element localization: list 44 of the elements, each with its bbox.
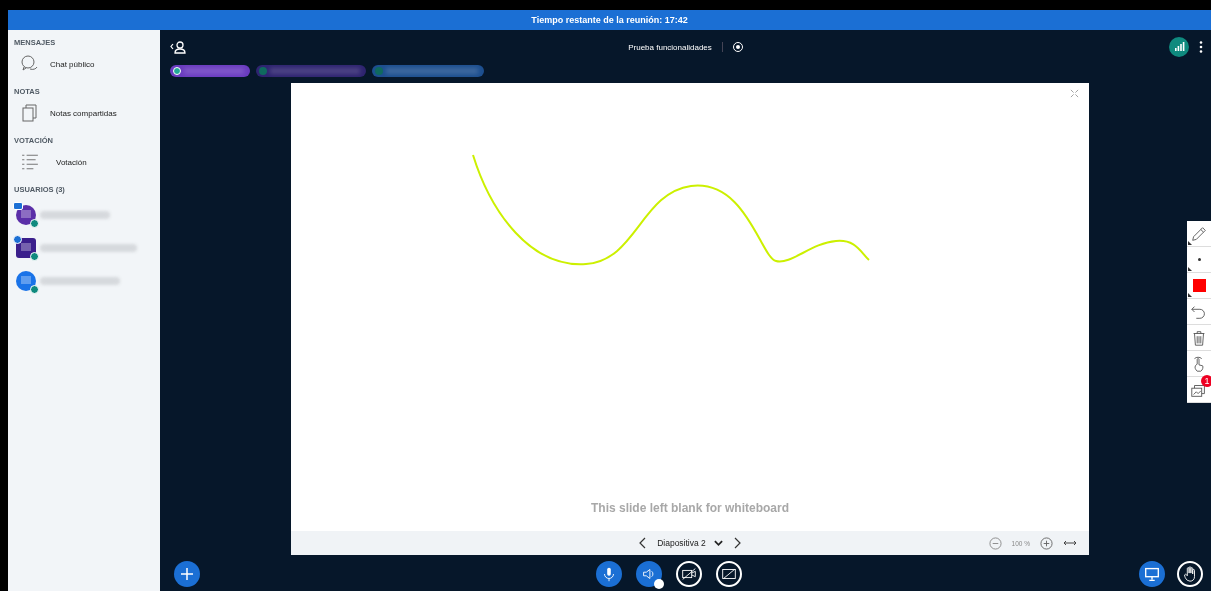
blurred-name: [40, 210, 110, 219]
pencil-icon: [1190, 224, 1208, 243]
actions-button[interactable]: [174, 561, 200, 587]
user-avatar[interactable]: [16, 204, 36, 225]
plus-icon: [181, 568, 193, 580]
microphone-icon: [30, 251, 39, 261]
zoom-in-icon[interactable]: [1040, 536, 1053, 550]
microphone-button[interactable]: [596, 561, 622, 587]
fit-width-icon[interactable]: [1063, 539, 1077, 547]
sidebar-item[interactable]: Votación: [20, 153, 160, 171]
screen-share-button[interactable]: [716, 561, 742, 587]
zoom-out-icon[interactable]: [988, 536, 1002, 550]
meeting-title: Prueba funcionalidades: [628, 42, 712, 52]
slide-selector[interactable]: Diapositiva 2: [657, 538, 723, 548]
user-list-toggle-icon[interactable]: [170, 40, 186, 54]
talker-indicator[interactable]: [170, 65, 250, 77]
document-icon: [20, 104, 40, 122]
more-options-icon[interactable]: [1199, 41, 1203, 53]
timer-text: Tiempo restante de la reunión: 17:42: [531, 15, 688, 25]
sidebar-item[interactable]: Notas compartidas: [20, 104, 160, 122]
presenter-icon: [13, 201, 23, 210]
microphone-icon: [30, 218, 39, 228]
slide-placeholder-text: This slide left blank for whiteboard: [591, 501, 789, 515]
dot-icon: [1197, 258, 1201, 261]
raise-hand-button[interactable]: [1177, 561, 1203, 587]
list-icon: [20, 153, 40, 171]
camera-button[interactable]: [676, 561, 702, 587]
presentation-button[interactable]: [1139, 561, 1165, 587]
pencil-icon: [13, 234, 22, 244]
monitor-icon: [1143, 565, 1161, 583]
chat-icon: [20, 55, 40, 73]
audio-button[interactable]: [636, 561, 662, 587]
tool-button[interactable]: 1: [1187, 377, 1211, 403]
notification-badge: 1: [1201, 375, 1211, 387]
next-slide-icon[interactable]: [732, 537, 741, 549]
camera-off-icon: [680, 565, 698, 583]
tool-button[interactable]: [1187, 221, 1211, 247]
caret-icon: [713, 539, 723, 547]
sidebar-item[interactable]: Chat público: [20, 55, 160, 73]
connection-status-icon[interactable]: [1169, 37, 1189, 57]
previous-slide-icon[interactable]: [639, 537, 648, 549]
microphone-icon: [30, 284, 39, 294]
caret-icon: [654, 579, 664, 589]
user-avatar[interactable]: [16, 237, 36, 258]
